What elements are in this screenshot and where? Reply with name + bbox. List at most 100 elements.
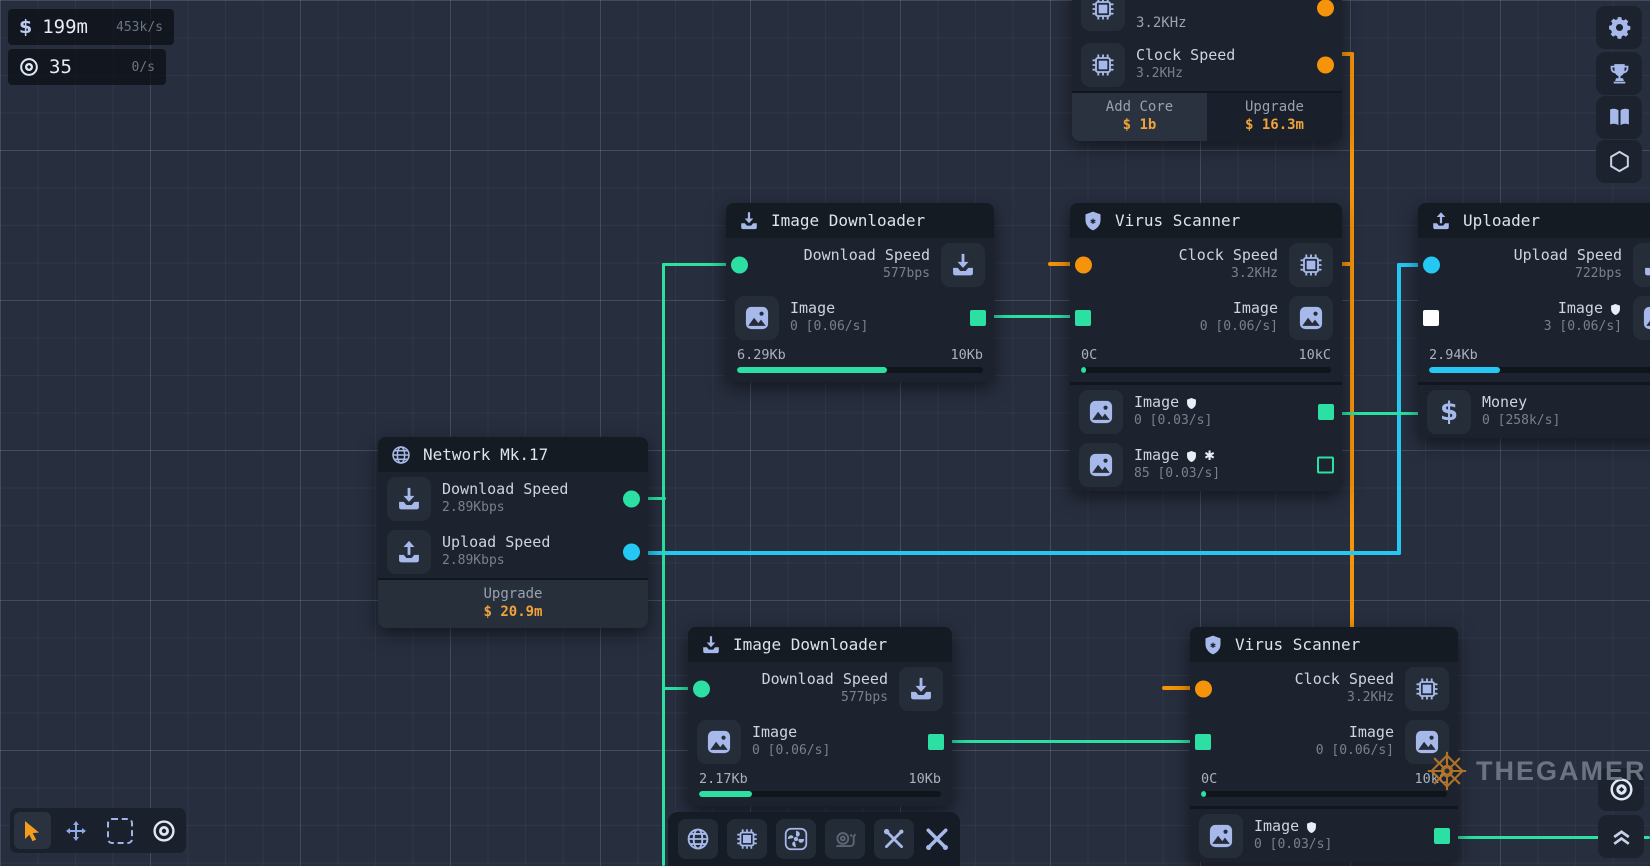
row-value: 722bps xyxy=(1575,266,1622,283)
core-upgrade-button[interactable]: Upgrade $ 16.3m xyxy=(1207,93,1342,141)
recenter-button[interactable] xyxy=(1598,768,1644,811)
node-image-downloader-1[interactable]: Image Downloader Download Speed 577bps I… xyxy=(726,203,994,382)
core-clock-row-partial: 3.2KHz xyxy=(1072,0,1342,38)
fan-icon xyxy=(783,826,809,852)
upload-icon xyxy=(1430,210,1452,232)
build-tools-button[interactable] xyxy=(874,819,914,859)
row-value: 0 [0.03/s] xyxy=(1134,413,1212,430)
node-title: Image Downloader xyxy=(733,635,887,654)
dollar-icon: $ xyxy=(1427,390,1471,434)
upload-output-port[interactable] xyxy=(623,543,640,560)
settings-button[interactable] xyxy=(1596,6,1642,49)
row-label: Clock Speed xyxy=(1179,246,1278,266)
image-icon xyxy=(697,720,741,764)
upload-speed-row: Upload Speed 2.89Kbps xyxy=(378,525,648,578)
core-output-port-1[interactable] xyxy=(1317,0,1334,17)
row-label: Image ✱ xyxy=(1134,446,1220,466)
snail-icon xyxy=(832,826,858,852)
node-virus-scanner-1[interactable]: ✱ Virus Scanner Clock Speed 3.2KHz Image… xyxy=(1070,203,1342,491)
game-canvas[interactable]: 3.2KHz Clock Speed 3.2KHz Add Core $ 1b … xyxy=(0,0,1650,866)
focus-tool-button[interactable] xyxy=(145,812,182,849)
image-clean-output-row: Image 0 [0.03/s] xyxy=(1070,385,1342,438)
upgrade-price: $ 20.9m xyxy=(378,604,648,620)
download-icon xyxy=(941,243,985,287)
image-output-port[interactable] xyxy=(970,310,986,326)
trophy-icon xyxy=(1607,61,1632,86)
image-icon xyxy=(1079,443,1123,487)
wrench-screwdriver-icon xyxy=(881,826,907,852)
image-clean-output-port[interactable] xyxy=(1434,828,1450,844)
network-upgrade-button[interactable]: Upgrade $ 20.9m xyxy=(378,580,648,628)
node-core[interactable]: 3.2KHz Clock Speed 3.2KHz Add Core $ 1b … xyxy=(1072,0,1342,141)
node-header[interactable]: Image Downloader xyxy=(726,203,994,238)
node-title: Virus Scanner xyxy=(1235,635,1360,654)
image-clean-output-port[interactable] xyxy=(1318,404,1334,420)
node-header[interactable]: ✱ Virus Scanner xyxy=(1190,627,1458,662)
build-core-button[interactable] xyxy=(727,819,767,859)
download-output-port[interactable] xyxy=(623,490,640,507)
buffer-max: 10Kb xyxy=(908,771,941,787)
download-speed-row: Download Speed 577bps xyxy=(726,238,994,291)
wire-green-vs1-uploader xyxy=(1336,412,1422,415)
node-title: Uploader xyxy=(1463,211,1540,230)
download-speed-row: Download Speed 577bps xyxy=(688,662,952,715)
research-value: 35 xyxy=(49,56,72,78)
build-locked-button[interactable] xyxy=(825,819,865,859)
node-header[interactable]: Uploader xyxy=(1418,203,1650,238)
marquee-icon xyxy=(107,818,133,844)
download-speed-row: Download Speed 2.89Kbps xyxy=(378,472,648,525)
download-speed-input-port[interactable] xyxy=(693,680,710,697)
node-uploader[interactable]: Uploader Upload Speed 722bps Image 3 [0.… xyxy=(1418,203,1650,438)
cycles-current: 0C xyxy=(1081,347,1097,363)
image-input-port[interactable] xyxy=(1195,734,1211,750)
wire-green-down-branch xyxy=(662,497,665,866)
node-network[interactable]: Network Mk.17 Download Speed 2.89Kbps Up… xyxy=(378,437,648,628)
node-virus-scanner-2[interactable]: ✱ Virus Scanner Clock Speed 3.2KHz Image… xyxy=(1190,627,1458,862)
wire-tools-button[interactable] xyxy=(914,812,960,866)
add-core-button[interactable]: Add Core $ 1b xyxy=(1072,93,1207,141)
image-clean-output-row: Image 0 [0.03/s] xyxy=(1190,809,1458,862)
image-icon xyxy=(1199,814,1243,858)
node-header[interactable]: Image Downloader xyxy=(688,627,952,662)
image-input-port[interactable] xyxy=(1075,310,1091,326)
buffer-meter xyxy=(1429,367,1650,373)
node-image-downloader-2[interactable]: Image Downloader Download Speed 577bps I… xyxy=(688,627,952,806)
core-clock-value: 3.2KHz xyxy=(1136,15,1187,31)
image-output-port[interactable] xyxy=(928,734,944,750)
image-output-row: Image 0 [0.06/s] xyxy=(688,715,952,768)
cpu-icon xyxy=(734,826,760,852)
row-label: Upload Speed xyxy=(1514,246,1622,266)
clock-speed-row: Clock Speed 3.2KHz xyxy=(1070,238,1342,291)
image-input-port[interactable] xyxy=(1423,310,1439,326)
build-network-button[interactable] xyxy=(678,819,718,859)
image-icon xyxy=(1633,296,1650,340)
node-header[interactable]: ✱ Virus Scanner xyxy=(1070,203,1342,238)
clock-input-port[interactable] xyxy=(1075,256,1092,273)
core-output-port-2[interactable] xyxy=(1317,56,1334,73)
image-flagged-output-port[interactable] xyxy=(1317,456,1334,473)
row-value: 0 [0.06/s] xyxy=(790,319,868,336)
select-tool-button[interactable] xyxy=(14,812,51,849)
image-icon xyxy=(735,296,779,340)
build-virus-scanner-button[interactable] xyxy=(776,819,816,859)
row-value: 3.2KHz xyxy=(1136,66,1235,83)
row-label: Image xyxy=(1134,393,1212,413)
hexagon-button[interactable] xyxy=(1596,140,1642,183)
row-value: 2.89Kbps xyxy=(442,500,568,517)
achievements-button[interactable] xyxy=(1596,52,1642,95)
dollar-icon: $ xyxy=(19,16,32,38)
globe-icon xyxy=(685,826,711,852)
guide-button[interactable] xyxy=(1596,96,1642,139)
double-chevron-up-icon xyxy=(1609,824,1634,849)
node-header[interactable]: Network Mk.17 xyxy=(378,437,648,472)
move-tool-button[interactable] xyxy=(58,812,95,849)
money-rate: 453k/s xyxy=(116,20,163,35)
row-label: Clock Speed xyxy=(1295,670,1394,690)
download-speed-input-port[interactable] xyxy=(731,256,748,273)
row-label: Money xyxy=(1482,393,1560,413)
image-flagged-output-row: Image ✱ 85 [0.03/s] xyxy=(1070,438,1342,491)
clock-input-port[interactable] xyxy=(1195,680,1212,697)
collapse-button[interactable] xyxy=(1598,815,1644,858)
upload-speed-input-port[interactable] xyxy=(1423,256,1440,273)
marquee-select-button[interactable] xyxy=(102,812,139,849)
